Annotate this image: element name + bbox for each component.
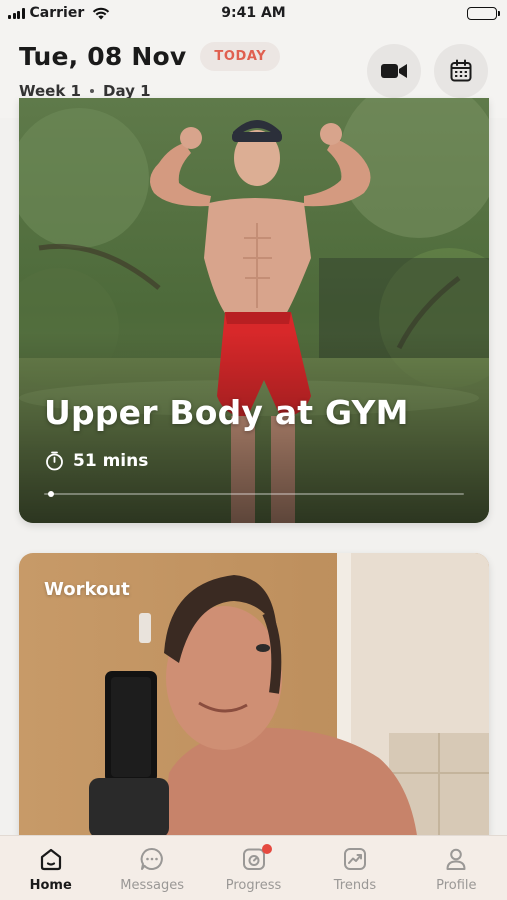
notification-dot — [261, 844, 272, 854]
tab-home[interactable]: Home — [0, 836, 101, 900]
tab-label-profile: Profile — [436, 878, 477, 893]
today-badge[interactable]: TODAY — [200, 42, 281, 71]
home-icon — [40, 848, 61, 871]
separator-dot — [90, 89, 94, 93]
tab-messages[interactable]: Messages — [101, 836, 202, 900]
tab-label-progress: Progress — [225, 878, 282, 893]
duration-label: 51 mins — [73, 451, 149, 471]
tab-trends[interactable]: Trends — [304, 836, 405, 900]
workout-title: Upper Body at GYM — [44, 393, 409, 432]
workout-progress-bar[interactable] — [44, 491, 464, 497]
tab-label-trends: Trends — [333, 878, 377, 893]
tab-profile[interactable]: Profile — [406, 836, 507, 900]
card-category-label: Workout — [44, 579, 130, 600]
video-call-button[interactable] — [367, 44, 421, 98]
workout-duration: 51 mins — [45, 451, 148, 471]
workout-card-upper-body[interactable]: Upper Body at GYM 51 mins — [19, 98, 489, 523]
tab-label-messages: Messages — [120, 878, 184, 893]
calendar-button[interactable] — [434, 44, 488, 98]
video-camera-icon — [381, 64, 407, 78]
carrier-label: Carrier — [29, 5, 85, 21]
signal-icon — [8, 7, 25, 19]
workout-card-workout[interactable]: Workout — [19, 553, 489, 853]
wifi-icon — [92, 7, 110, 20]
calendar-icon — [450, 59, 472, 82]
timer-icon — [46, 451, 63, 471]
trends-icon — [343, 848, 366, 870]
messages-icon — [140, 847, 163, 870]
tab-label-home: Home — [29, 878, 72, 893]
date-row: Tue, 08 Nov TODAY — [19, 42, 281, 71]
page-title: Tue, 08 Nov — [19, 42, 187, 71]
carrier-group: Carrier — [8, 5, 110, 21]
tab-progress[interactable]: Progress — [203, 836, 304, 900]
bottom-tab-bar: Home Messages Progress Trends Profile — [0, 835, 507, 900]
status-bar: Carrier 9:41 AM — [0, 0, 507, 26]
profile-icon — [446, 848, 466, 870]
battery-icon — [467, 6, 500, 20]
